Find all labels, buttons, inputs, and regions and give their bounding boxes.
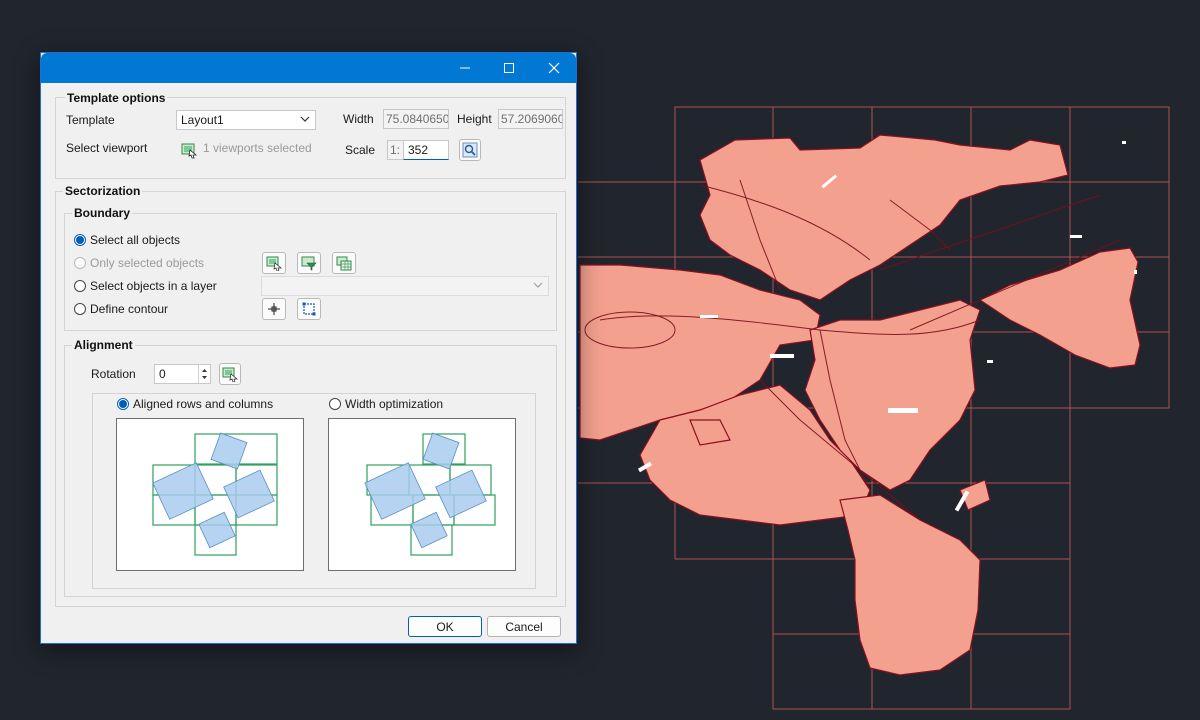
template-options-title: Template options xyxy=(65,91,168,105)
dialog-titlebar[interactable] xyxy=(41,53,576,83)
rotation-spinner[interactable] xyxy=(198,365,210,383)
map-parcels xyxy=(579,134,1141,676)
grid-select-icon xyxy=(336,256,352,271)
scale-label: Scale xyxy=(345,143,376,157)
template-select[interactable]: Layout1 xyxy=(176,110,316,130)
radio-select-all-objects[interactable] xyxy=(74,234,86,246)
select-viewport-label: Select viewport xyxy=(66,141,148,155)
aligned-rows-preview xyxy=(116,418,304,571)
radio-only-selected-objects xyxy=(74,257,86,269)
minimize-icon[interactable] xyxy=(442,53,488,83)
height-field[interactable]: 57.20690605 xyxy=(498,109,563,129)
aligned-rows-columns-label[interactable]: Aligned rows and columns xyxy=(133,397,273,411)
spin-arrows-icon xyxy=(202,369,207,379)
pick-objects-icon xyxy=(266,256,282,271)
pick-objects-button[interactable] xyxy=(262,252,286,274)
boundary-title: Boundary xyxy=(72,206,133,220)
radio-width-optimization[interactable] xyxy=(329,398,341,410)
chevron-down-icon xyxy=(300,116,310,122)
rotation-label: Rotation xyxy=(91,367,136,381)
height-label: Height xyxy=(457,112,492,126)
filter-objects-button[interactable] xyxy=(297,252,321,274)
select-viewport-icon xyxy=(181,143,198,159)
viewports-status: 1 viewports selected xyxy=(203,141,312,155)
close-icon[interactable] xyxy=(531,53,577,83)
width-optimization-preview xyxy=(328,418,516,571)
sectorization-title: Sectorization xyxy=(63,184,143,198)
radio-select-objects-in-layer[interactable] xyxy=(74,280,86,292)
sectorization-dialog: Template options Template Layout1 Width … xyxy=(40,52,577,644)
select-viewport-button[interactable] xyxy=(177,139,201,161)
rotation-value: 0 xyxy=(159,367,166,381)
scale-input[interactable]: 352 xyxy=(403,140,449,160)
only-selected-objects-label: Only selected objects xyxy=(90,256,205,270)
width-field[interactable]: 75.08406508 xyxy=(383,109,449,129)
ok-button[interactable]: OK xyxy=(408,616,482,637)
define-contour-label[interactable]: Define contour xyxy=(90,302,168,316)
crosshair-icon xyxy=(268,303,280,315)
template-label: Template xyxy=(66,113,115,127)
width-optimization-label[interactable]: Width optimization xyxy=(345,397,443,411)
aligned-rows-diagram xyxy=(152,432,278,556)
filter-objects-icon xyxy=(301,256,317,271)
pick-rotation-button[interactable] xyxy=(219,363,241,385)
layer-select xyxy=(261,276,549,296)
zoom-preview-button[interactable] xyxy=(459,139,481,161)
template-select-value: Layout1 xyxy=(181,113,224,127)
pick-angle-icon xyxy=(222,367,238,382)
chevron-down-icon xyxy=(533,282,543,288)
radio-define-contour[interactable] xyxy=(74,303,86,315)
rotation-input[interactable]: 0 xyxy=(154,364,211,384)
width-optimization-diagram xyxy=(364,432,496,556)
alignment-title: Alignment xyxy=(72,338,135,352)
select-grid-button[interactable] xyxy=(332,252,356,274)
magnifier-icon xyxy=(462,142,478,158)
select-all-objects-label[interactable]: Select all objects xyxy=(90,233,180,247)
pick-point-button[interactable] xyxy=(262,298,286,320)
radio-aligned-rows-columns[interactable] xyxy=(117,398,129,410)
width-label: Width xyxy=(343,112,374,126)
select-objects-in-layer-label[interactable]: Select objects in a layer xyxy=(90,279,217,293)
rectangle-select-icon xyxy=(302,302,316,316)
cancel-button[interactable]: Cancel xyxy=(487,616,561,637)
scale-prefix: 1: xyxy=(390,143,401,157)
draw-rectangle-button[interactable] xyxy=(297,298,321,320)
maximize-icon[interactable] xyxy=(486,53,532,83)
